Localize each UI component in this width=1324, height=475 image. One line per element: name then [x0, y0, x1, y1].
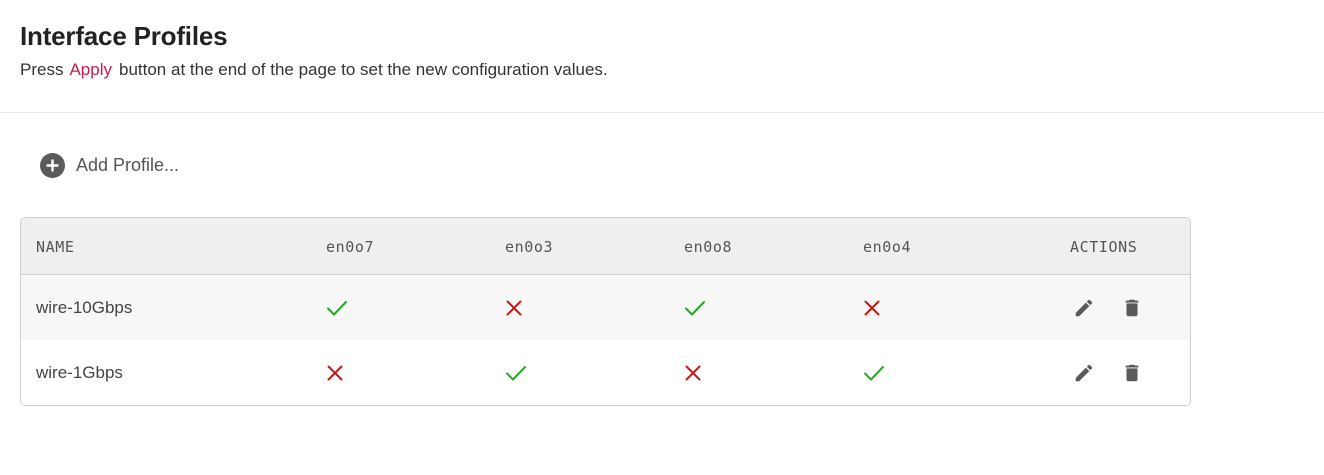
- apply-link[interactable]: Apply: [69, 60, 112, 79]
- column-header-en0o7: en0o7: [326, 237, 375, 256]
- page-title: Interface Profiles: [20, 21, 228, 51]
- column-header-actions: ACTIONS: [1070, 237, 1138, 256]
- column-header-name: NAME: [36, 237, 75, 256]
- plus-circle-icon: [40, 153, 65, 178]
- column-header-en0o8: en0o8: [684, 237, 733, 256]
- row-actions: [1073, 340, 1143, 405]
- check-icon: [326, 275, 348, 340]
- add-profile-label: Add Profile...: [76, 155, 180, 175]
- table-row: wire-10Gbps: [21, 275, 1190, 340]
- cross-icon: [326, 340, 344, 405]
- profiles-table: NAME en0o7 en0o3 en0o8 en0o4 ACTIONS wir…: [20, 217, 1191, 406]
- cross-icon: [505, 275, 523, 340]
- check-icon: [505, 340, 527, 405]
- delete-icon[interactable]: [1121, 297, 1143, 319]
- cross-icon: [863, 275, 881, 340]
- row-actions: [1073, 275, 1143, 340]
- profile-name: wire-1Gbps: [36, 362, 123, 382]
- edit-icon[interactable]: [1073, 362, 1095, 384]
- page-subtitle: Press Apply button at the end of the page …: [20, 57, 1304, 83]
- page-header: Interface Profiles Press Apply button at t…: [0, 0, 1324, 113]
- column-header-en0o3: en0o3: [505, 237, 554, 256]
- column-header-en0o4: en0o4: [863, 237, 912, 256]
- profile-name: wire-10Gbps: [36, 297, 133, 317]
- table-body: wire-10Gbps wire-1Gbps: [21, 275, 1190, 405]
- add-profile-button[interactable]: Add Profile...: [40, 153, 179, 178]
- edit-icon[interactable]: [1073, 297, 1095, 319]
- cross-icon: [684, 340, 702, 405]
- subtitle-text-post: button at the end of the page to set the…: [119, 60, 608, 79]
- table-header: NAME en0o7 en0o3 en0o8 en0o4 ACTIONS: [21, 218, 1190, 275]
- subtitle-text-pre: Press: [20, 60, 64, 79]
- table-row: wire-1Gbps: [21, 340, 1190, 405]
- delete-icon[interactable]: [1121, 362, 1143, 384]
- check-icon: [684, 275, 706, 340]
- check-icon: [863, 340, 885, 405]
